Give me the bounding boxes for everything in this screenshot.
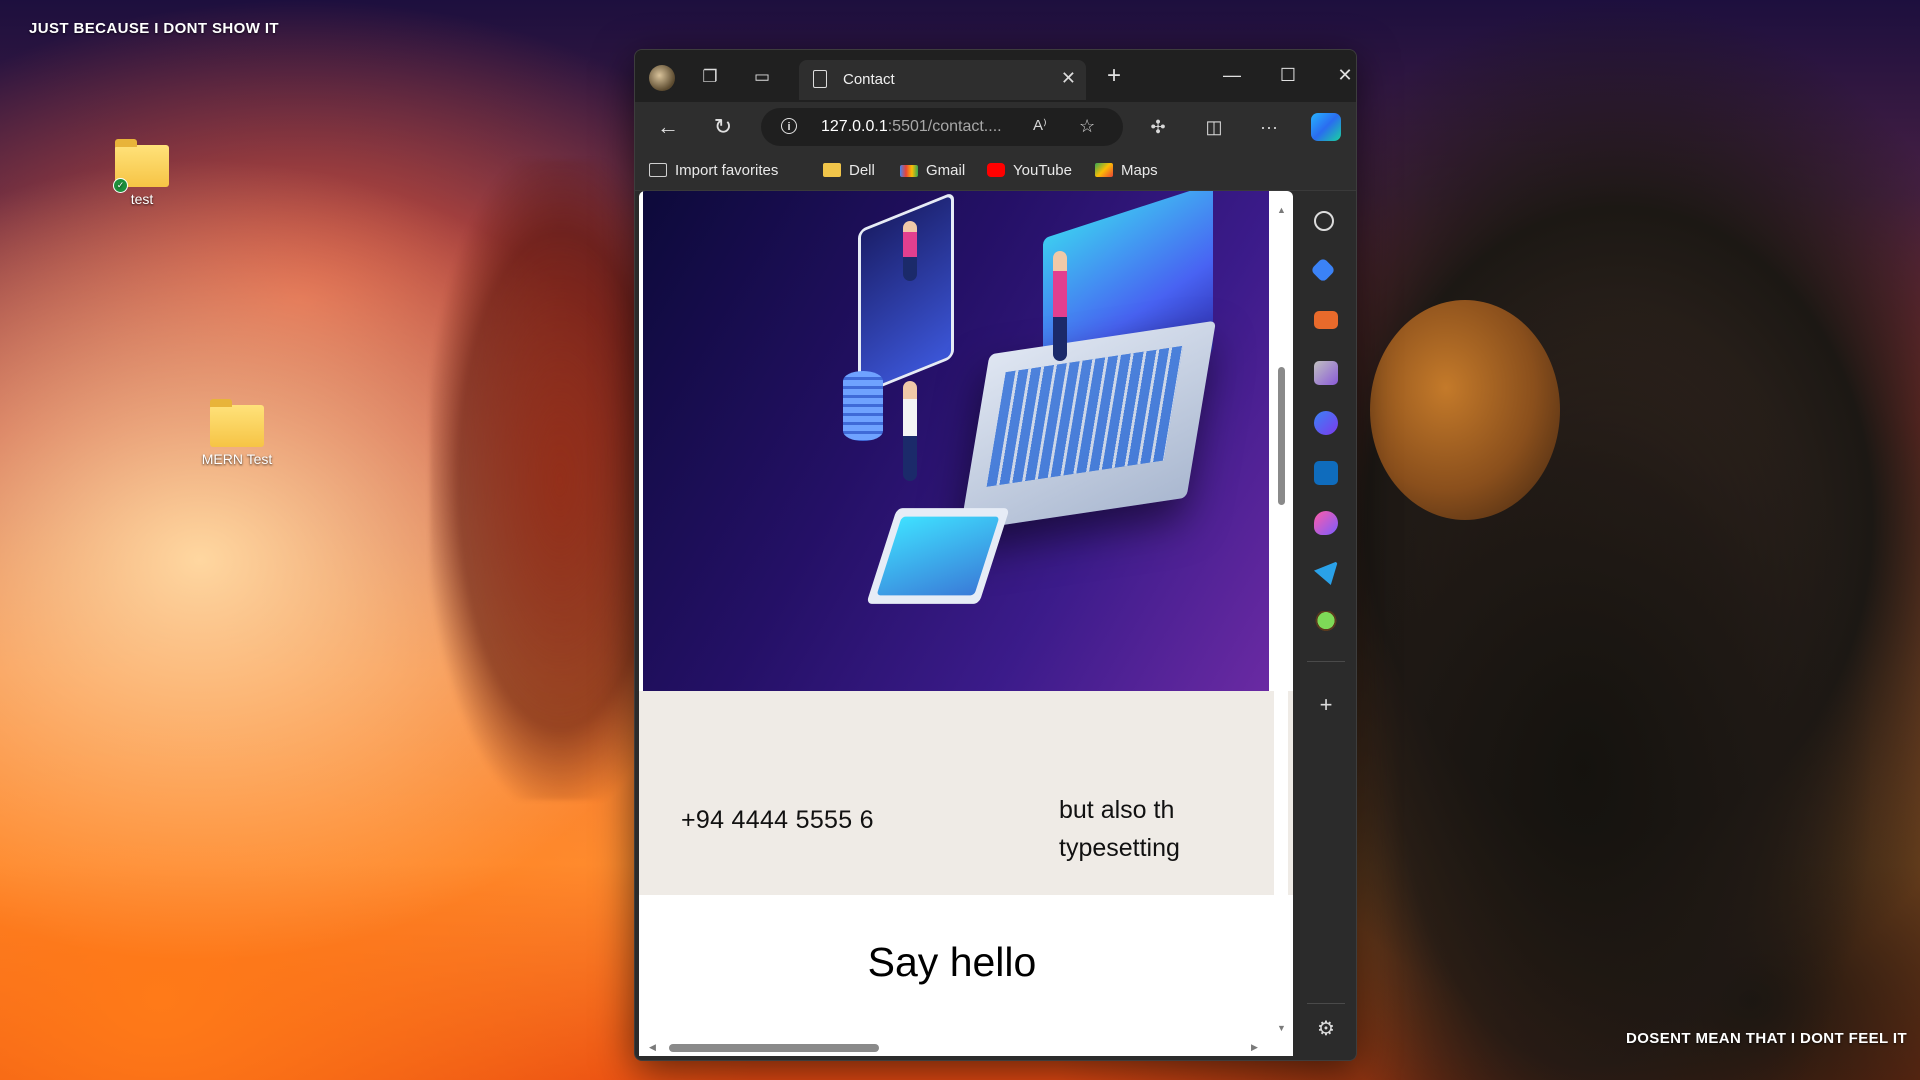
- description-line: but also th: [1059, 796, 1175, 824]
- wallpaper-caption-top: JUST BECAUSE I DONT SHOW IT: [29, 20, 279, 37]
- favorites-bar: Import favorites Dell Gmail YouTube Maps: [635, 152, 1356, 191]
- wallpaper-mask: [1370, 300, 1560, 520]
- tab-title: Contact: [843, 71, 895, 88]
- import-favorites-icon: [649, 163, 667, 177]
- read-aloud-icon[interactable]: A⁾: [1033, 116, 1047, 134]
- close-window-button[interactable]: ✕: [1325, 62, 1356, 88]
- profile-avatar[interactable]: [649, 65, 675, 91]
- scroll-left-icon[interactable]: ◀: [649, 1042, 656, 1053]
- vertical-scrollbar[interactable]: ▲ ▼: [1274, 205, 1288, 1055]
- close-tab-icon[interactable]: ✕: [1061, 68, 1076, 89]
- desktop-icon-label: MERN Test: [201, 451, 273, 467]
- contact-phone: +94 4444 5555 6: [681, 806, 874, 834]
- illustration-laptop: [959, 320, 1217, 532]
- gmail-icon: [900, 165, 918, 177]
- favorite-label: YouTube: [1013, 162, 1072, 179]
- page-icon: [813, 70, 827, 88]
- sync-check-icon: ✓: [113, 178, 128, 193]
- copilot-icon[interactable]: [1314, 411, 1338, 435]
- browser-window: ❐ ▭ Contact ✕ + — ☐ ✕ ← ↻ i 127.0.0.1:55…: [634, 49, 1357, 1061]
- maps-icon: [1095, 163, 1113, 177]
- minimize-button[interactable]: —: [1212, 62, 1252, 88]
- designer-icon[interactable]: [1314, 511, 1338, 535]
- workspaces-icon[interactable]: ❐: [697, 64, 723, 90]
- vertical-scroll-thumb[interactable]: [1278, 367, 1285, 505]
- illustration-keyboard: [986, 345, 1183, 487]
- folder-icon: [210, 399, 264, 447]
- description-line: typesetting: [1059, 834, 1180, 862]
- favorite-gmail[interactable]: Gmail: [900, 162, 965, 179]
- desktop-icon-mern-test[interactable]: MERN Test: [192, 399, 282, 467]
- illustration-tablet: [866, 508, 1010, 604]
- site-info-icon[interactable]: i: [781, 118, 797, 134]
- illustration-person: [903, 381, 917, 481]
- sidebar-divider: [1307, 1003, 1345, 1004]
- folder-icon: [823, 163, 841, 177]
- shopping-tag-icon[interactable]: [1310, 257, 1336, 283]
- back-button[interactable]: ←: [653, 114, 683, 140]
- new-tab-button[interactable]: +: [1101, 64, 1127, 90]
- desktop-icon-test[interactable]: ✓ test: [97, 139, 187, 207]
- tab-contact[interactable]: Contact ✕: [799, 60, 1086, 100]
- favorite-maps[interactable]: Maps: [1095, 162, 1158, 179]
- scroll-down-icon[interactable]: ▼: [1277, 1023, 1286, 1033]
- toolbox-icon[interactable]: [1314, 311, 1338, 329]
- split-screen-icon[interactable]: ◫: [1200, 114, 1228, 140]
- favorite-label: Dell: [849, 162, 875, 179]
- favorite-label: Import favorites: [675, 162, 779, 179]
- favorite-import[interactable]: Import favorites: [649, 162, 778, 179]
- more-menu-icon[interactable]: ···: [1255, 114, 1283, 140]
- desktop-icon-label: test: [130, 191, 154, 207]
- games-icon[interactable]: [1314, 361, 1338, 385]
- favorite-dell[interactable]: Dell: [823, 162, 875, 179]
- wallpaper-caption-bottom: DOSENT MEAN THAT I DONT FEEL IT: [1626, 1030, 1908, 1047]
- telegram-icon[interactable]: [1314, 561, 1338, 585]
- horizontal-scroll-thumb[interactable]: [669, 1044, 879, 1052]
- url-path: :5501/contact....: [887, 118, 1002, 135]
- address-url[interactable]: 127.0.0.1:5501/contact....: [821, 118, 1002, 136]
- illustration-coins: [843, 371, 883, 441]
- add-icon[interactable]: +: [1314, 693, 1338, 717]
- tab-actions-icon[interactable]: ▭: [749, 64, 775, 90]
- url-host: 127.0.0.1: [821, 118, 888, 135]
- illustration-person: [1053, 251, 1067, 361]
- search-icon[interactable]: [1314, 211, 1334, 231]
- address-toolbar: ← ↻ i 127.0.0.1:5501/contact.... A⁾ ☆ ✣ …: [635, 102, 1356, 152]
- horizontal-scrollbar[interactable]: ◀ ▶: [639, 1040, 1275, 1056]
- page-viewport[interactable]: +94 4444 5555 6 but also th typesetting …: [639, 191, 1293, 1056]
- extensions-icon[interactable]: ✣: [1144, 114, 1172, 140]
- contact-description: but also th typesetting: [1059, 791, 1293, 867]
- tree-icon[interactable]: [1314, 611, 1338, 635]
- hero-illustration: [643, 191, 1269, 691]
- address-bar[interactable]: i 127.0.0.1:5501/contact.... A⁾ ☆: [761, 108, 1123, 146]
- scroll-up-icon[interactable]: ▲: [1277, 205, 1286, 215]
- sidebar-divider: [1307, 661, 1345, 662]
- say-hello-heading: Say hello: [867, 939, 1037, 985]
- illustration-person: [903, 221, 917, 281]
- edge-sidebar: + ⚙: [1297, 191, 1355, 1060]
- tab-bar: ❐ ▭ Contact ✕ + — ☐ ✕: [635, 50, 1356, 102]
- favorite-label: Gmail: [926, 162, 966, 179]
- favorite-youtube[interactable]: YouTube: [987, 162, 1072, 179]
- folder-icon: ✓: [113, 139, 169, 193]
- refresh-button[interactable]: ↻: [708, 114, 738, 140]
- favorite-star-icon[interactable]: ☆: [1079, 116, 1095, 137]
- favorite-label: Maps: [1121, 162, 1158, 179]
- copilot-icon[interactable]: [1311, 113, 1341, 141]
- scroll-right-icon[interactable]: ▶: [1251, 1042, 1258, 1053]
- maximize-button[interactable]: ☐: [1268, 62, 1308, 88]
- settings-icon[interactable]: ⚙: [1314, 1017, 1338, 1041]
- outlook-icon[interactable]: [1314, 461, 1338, 485]
- youtube-icon: [987, 163, 1005, 177]
